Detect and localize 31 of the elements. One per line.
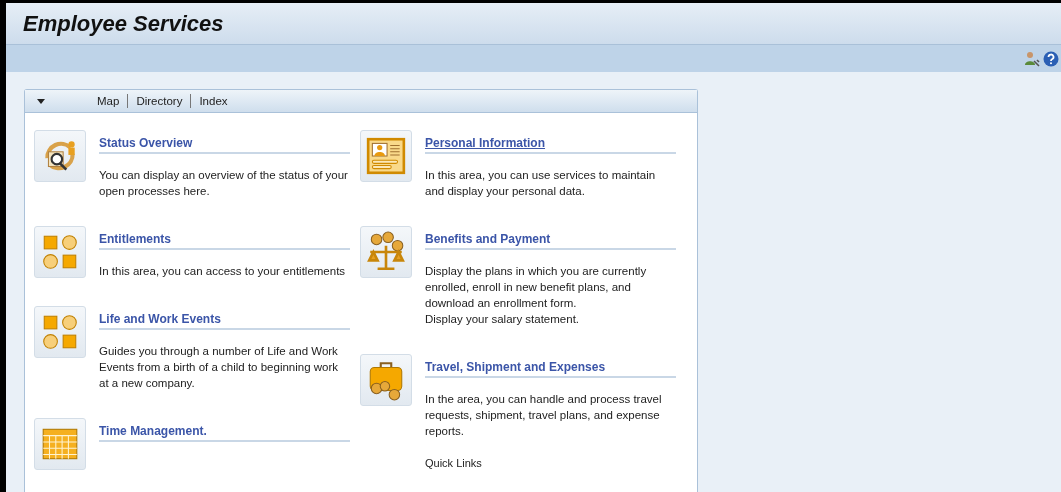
id-card-icon (365, 135, 407, 177)
nav-link[interactable]: Directory (128, 95, 191, 107)
help-icon[interactable] (1043, 50, 1059, 67)
service-icon-tile[interactable] (34, 306, 86, 358)
service-icon-tile[interactable] (360, 226, 412, 278)
service-link[interactable]: Benefits and Payment (425, 231, 551, 247)
service-link[interactable]: Status Overview (99, 135, 193, 151)
service-description: Display your salary statement. (425, 312, 581, 327)
service-icon-tile[interactable] (34, 130, 86, 182)
service-description: You can display an overview of the status of your open processes here. (99, 168, 349, 199)
quick-links-label: Quick Links (425, 456, 483, 471)
service-icon-tile[interactable] (34, 418, 86, 470)
nav-link[interactable]: Index (191, 95, 236, 107)
service-icon-tile[interactable] (360, 130, 412, 182)
service-description: In this area, you can access to your entitlements (99, 264, 347, 279)
nav-link[interactable]: Map (89, 95, 128, 107)
user-wrench-icon[interactable] (1024, 50, 1040, 67)
window-title: Employee Services (23, 10, 224, 37)
scales-coins-icon (365, 231, 407, 273)
service-description: In the area, you can handle and process travel requests, shipment, travel plans, and expense reports. (425, 392, 663, 439)
service-link[interactable]: Personal Information (425, 135, 546, 151)
service-description: Display the plans in which you are currently enrolled, enroll in new benefit plans, and download an enrollment form. (425, 264, 648, 311)
service-icon-tile[interactable] (360, 354, 412, 406)
service-link[interactable]: Entitlements (99, 231, 171, 247)
service-link[interactable]: Life and Work Events (99, 311, 221, 327)
service-link[interactable]: Travel, Shipment and Expenses (425, 359, 606, 375)
service-description: Guides you through a number of Life and Work Events from a birth of a child to beginning work at a new company. (99, 344, 340, 391)
service-icon-tile[interactable] (34, 226, 86, 278)
caret-icon[interactable] (37, 98, 45, 104)
service-link[interactable]: Time Management. (99, 423, 207, 439)
service-description: In this area, you can use services to maintain and display your personal data. (425, 168, 657, 199)
